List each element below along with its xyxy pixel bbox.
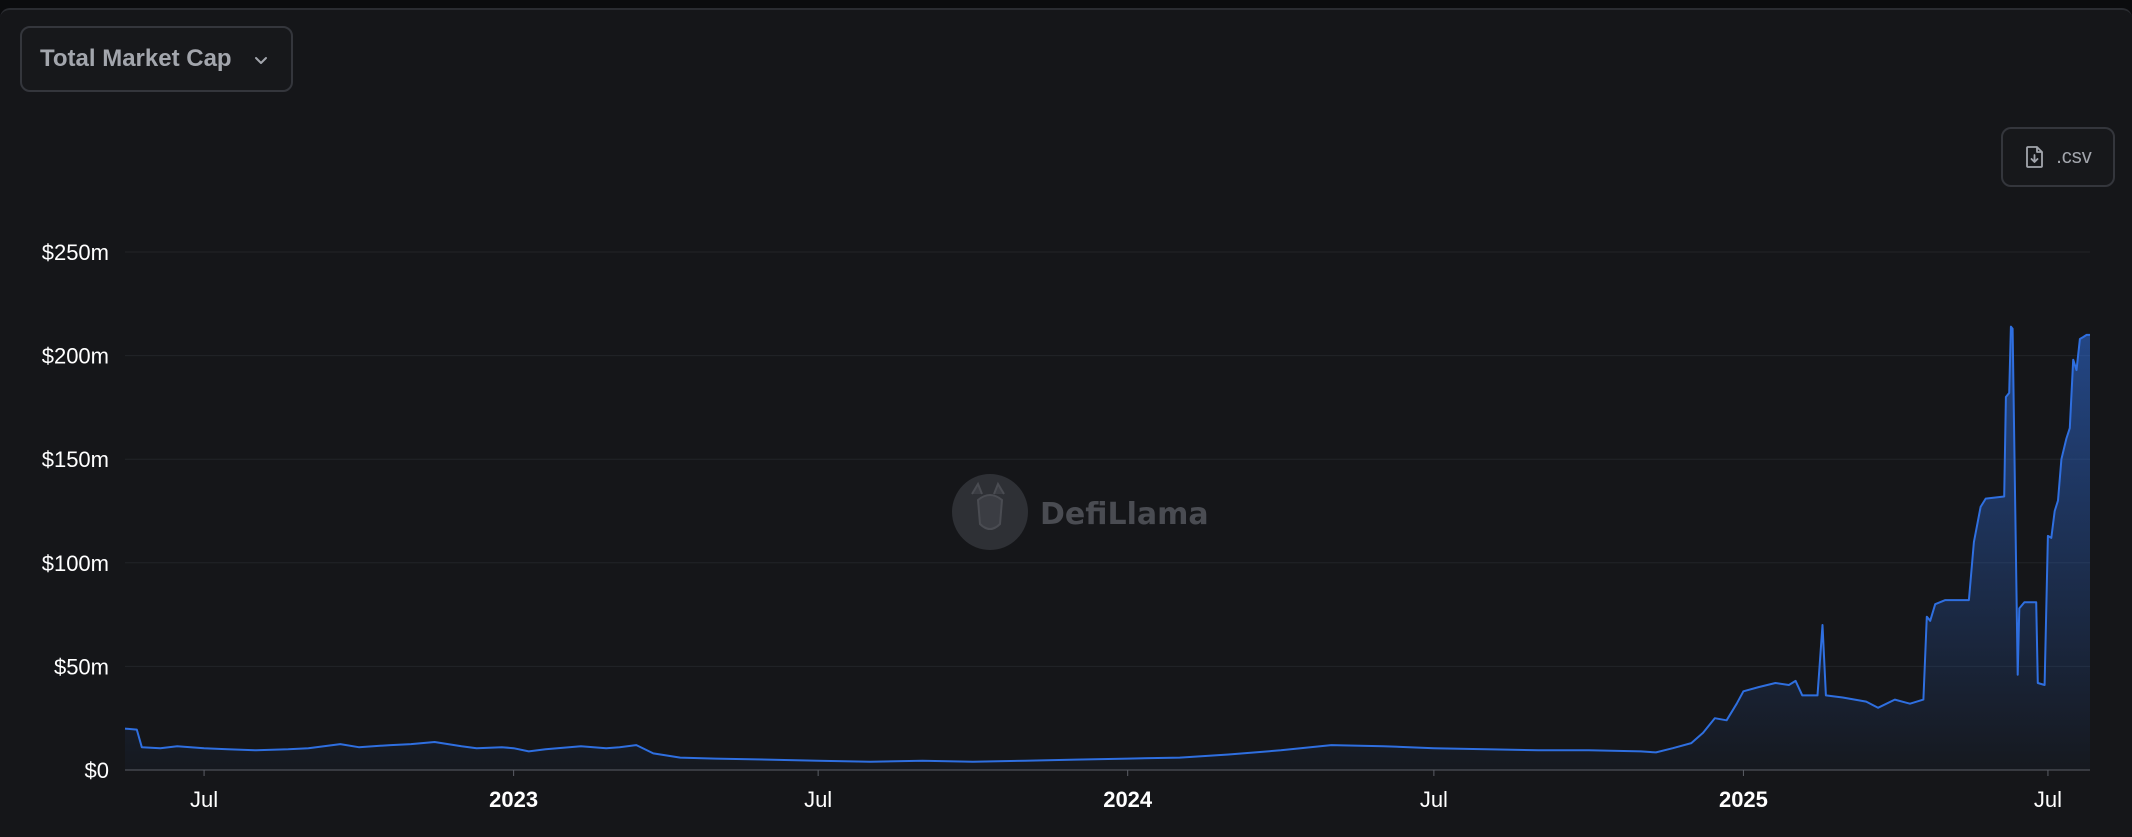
x-axis: Jul 2023 Jul 2024 Jul 2025 Jul <box>190 770 2062 812</box>
x-tick-label: 2023 <box>489 787 538 812</box>
series-area <box>125 326 2090 770</box>
gridlines <box>125 251 2090 667</box>
metric-select-dropdown[interactable]: Total Market Cap <box>20 26 293 92</box>
y-axis: $0 $50m $100m $150m $200m $250m <box>42 240 109 783</box>
metric-select-label: Total Market Cap <box>40 45 232 72</box>
x-tick-label: Jul <box>190 787 218 812</box>
chevron-down-icon <box>255 57 267 64</box>
y-tick-label: $0 <box>85 758 109 783</box>
download-csv-button[interactable]: .csv <box>2001 127 2115 187</box>
y-tick-label: $100m <box>42 551 109 576</box>
y-tick-label: $50m <box>54 654 109 679</box>
y-tick-label: $200m <box>42 344 109 369</box>
defillama-watermark: DefiLlama <box>952 474 1209 550</box>
market-cap-chart: DefiLlama $0 $50m $100m $150m $200m $250m Jul… <box>42 240 2090 812</box>
file-download-icon <box>2026 146 2044 168</box>
y-tick-label: $150m <box>42 447 109 472</box>
watermark-text: DefiLlama <box>1040 497 1209 532</box>
x-tick-label: Jul <box>804 787 832 812</box>
y-tick-label: $250m <box>42 240 109 265</box>
x-tick-label: 2024 <box>1103 787 1153 812</box>
x-tick-label: 2025 <box>1719 787 1768 812</box>
csv-label: .csv <box>2056 145 2092 168</box>
x-tick-label: Jul <box>1420 787 1448 812</box>
x-tick-label: Jul <box>2034 787 2062 812</box>
